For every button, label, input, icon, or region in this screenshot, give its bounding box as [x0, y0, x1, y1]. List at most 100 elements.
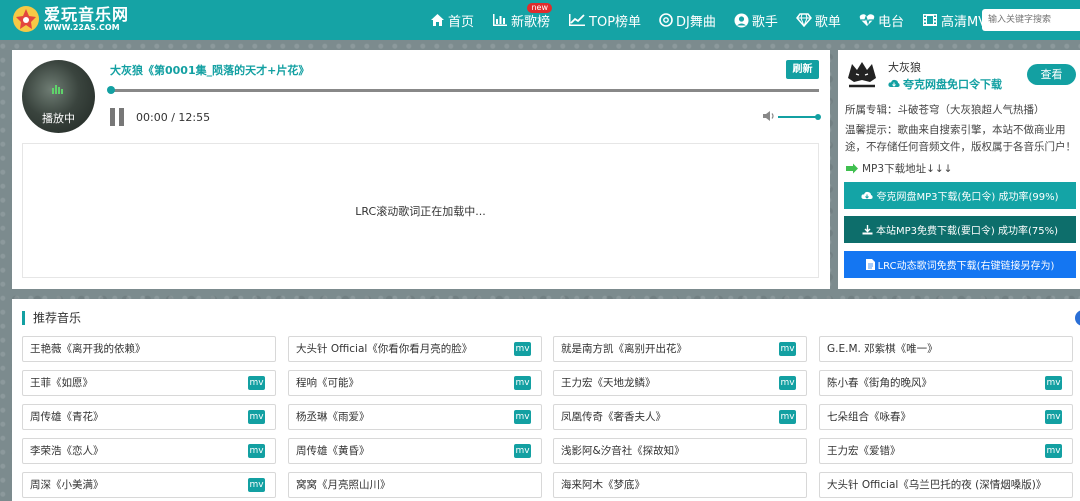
- nav-label: 首页: [448, 14, 475, 30]
- artist-name: 大灰狼: [888, 61, 921, 74]
- mv-badge[interactable]: mv: [514, 342, 531, 356]
- nav-home[interactable]: 首页: [430, 0, 474, 40]
- recommend-item-title: 七朵组合《咏春》: [827, 411, 911, 423]
- recommend-item-title: 程响《可能》: [296, 377, 359, 389]
- main-nav: 首页 新歌榜 new TOP榜单 DJ舞曲 歌手 歌单 电台 高清MV: [430, 0, 1005, 40]
- recommend-item-title: 王菲《如愿》: [30, 377, 93, 389]
- recommend-item[interactable]: 窝窝《月亮照山川》: [288, 472, 542, 498]
- mv-badge[interactable]: mv: [1045, 410, 1062, 424]
- equalizer-icon: [52, 85, 63, 94]
- nav-label: 歌手: [751, 14, 778, 30]
- local-mp3-download-button[interactable]: 本站MP3免费下载(要口令) 成功率(75%): [844, 216, 1076, 243]
- disc-icon: [659, 13, 673, 27]
- nav-top-charts[interactable]: TOP榜单: [568, 0, 641, 40]
- heartbeat-icon: [859, 14, 875, 26]
- quark-mp3-download-button[interactable]: 夸克网盘MP3下载(免口令) 成功率(99%): [844, 182, 1076, 209]
- view-button[interactable]: 查看: [1027, 64, 1076, 85]
- nav-radio[interactable]: 电台: [859, 0, 904, 40]
- song-info-panel: 大灰狼 夸克网盘免口令下载 查看 所属专辑：斗破苍穹（大灰狼超人气热播） 温馨提…: [838, 50, 1080, 289]
- mv-badge[interactable]: mv: [248, 376, 265, 390]
- recommend-section: 推荐音乐 王艳薇《离开我的依赖》 大头针 Official《你看你看月亮的脸》 mv…: [12, 299, 1080, 501]
- recommend-item[interactable]: 海来阿木《梦底》: [553, 472, 807, 498]
- user-icon: [734, 13, 749, 27]
- recommend-item[interactable]: 凤凰传奇《奢香夫人》 mv: [553, 404, 807, 430]
- nav-hd-mv[interactable]: 高清MV: [922, 0, 987, 40]
- mv-badge[interactable]: mv: [1045, 376, 1062, 390]
- logo-title: 爱玩音乐网: [44, 4, 130, 24]
- section-title: 推荐音乐: [22, 311, 81, 325]
- recommend-item-title: 窝窝《月亮照山川》: [296, 479, 391, 491]
- recommend-item[interactable]: 浅影阿&汐音社《探故知》: [553, 438, 807, 464]
- pause-button[interactable]: [110, 108, 126, 126]
- recommend-item[interactable]: 周传雄《黄昏》 mv: [288, 438, 542, 464]
- mv-badge[interactable]: mv: [779, 342, 796, 356]
- nav-new-songs[interactable]: 新歌榜 new: [492, 0, 553, 40]
- mv-badge[interactable]: mv: [1045, 444, 1062, 458]
- site-logo[interactable]: 爱玩音乐网 WWW.22AS.COM: [12, 5, 129, 33]
- mv-badge[interactable]: mv: [514, 444, 531, 458]
- wolf-logo-icon: [847, 62, 877, 89]
- mv-badge[interactable]: mv: [779, 410, 796, 424]
- recommend-item[interactable]: G.E.M. 邓紫棋《唯一》: [819, 336, 1073, 362]
- mp3-download-label: MP3下载地址↓↓↓: [845, 161, 952, 176]
- bar-chart-icon: [493, 14, 508, 26]
- lyrics-loading-text: LRC滚动歌词正在加载中...: [355, 204, 486, 218]
- recommend-item-title: 杨丞琳《雨爱》: [296, 411, 370, 423]
- nav-dj[interactable]: DJ舞曲: [659, 0, 716, 40]
- song-title: 大灰狼《第0001集_陨落的天才+片花》: [110, 64, 310, 77]
- recommend-item[interactable]: 大头针 Official《你看你看月亮的脸》 mv: [288, 336, 542, 362]
- recommend-item[interactable]: 李荣浩《恋人》 mv: [22, 438, 276, 464]
- progress-knob[interactable]: [107, 86, 115, 94]
- mv-badge[interactable]: mv: [514, 376, 531, 390]
- mv-badge[interactable]: mv: [248, 478, 265, 492]
- recommend-item-title: 周传雄《青花》: [30, 411, 104, 423]
- nav-singers[interactable]: 歌手: [734, 0, 778, 40]
- recommend-item-title: 王力宏《爱错》: [827, 445, 901, 457]
- recommend-item-title: 大头针 Official《乌兰巴托的夜 (深情烟嗓版)》: [827, 479, 1047, 491]
- recommend-item-title: 周传雄《黄昏》: [296, 445, 370, 457]
- playing-label: 播放中: [42, 112, 75, 125]
- volume-icon[interactable]: [762, 110, 775, 122]
- download-icon: [862, 224, 873, 234]
- nav-playlists[interactable]: 歌单: [795, 0, 841, 40]
- mv-badge[interactable]: mv: [248, 444, 265, 458]
- recommend-item[interactable]: 大头针 Official《乌兰巴托的夜 (深情烟嗓版)》: [819, 472, 1073, 498]
- recommend-item[interactable]: 就是南方凯《离别开出花》 mv: [553, 336, 807, 362]
- diamond-icon: [795, 13, 812, 27]
- recommend-item-title: 海来阿木《梦底》: [561, 479, 645, 491]
- lrc-download-button[interactable]: LRC动态歌词免费下载(右键链接另存为): [844, 251, 1076, 278]
- recommend-item[interactable]: 程响《可能》 mv: [288, 370, 542, 396]
- recommend-item[interactable]: 杨丞琳《雨爱》 mv: [288, 404, 542, 430]
- nav-label: 歌单: [814, 14, 841, 30]
- recommend-item[interactable]: 周传雄《青花》 mv: [22, 404, 276, 430]
- recommend-item[interactable]: 王力宏《爱错》 mv: [819, 438, 1073, 464]
- recommend-item-title: G.E.M. 邓紫棋《唯一》: [827, 343, 938, 355]
- quark-link-label: 夸克网盘免口令下载: [903, 78, 1002, 91]
- home-icon: [431, 14, 444, 26]
- new-badge: new: [527, 3, 553, 13]
- recommend-item[interactable]: 王艳薇《离开我的依赖》: [22, 336, 276, 362]
- recommend-item[interactable]: 陈小春《街角的晚风》 mv: [819, 370, 1073, 396]
- mv-badge[interactable]: mv: [514, 410, 531, 424]
- volume-slider[interactable]: [778, 114, 821, 120]
- progress-bar[interactable]: [107, 86, 819, 94]
- quark-download-link[interactable]: 夸克网盘免口令下载: [888, 76, 1002, 92]
- nav-label: 高清MV: [940, 14, 988, 30]
- file-icon: [865, 259, 875, 270]
- mv-badge[interactable]: mv: [248, 410, 265, 424]
- cloud-download-icon: [861, 191, 874, 199]
- volume-knob[interactable]: [815, 114, 821, 120]
- album-cover[interactable]: 播放中: [22, 60, 95, 133]
- search-input[interactable]: [982, 9, 1080, 31]
- recommend-item[interactable]: 王菲《如愿》 mv: [22, 370, 276, 396]
- nav-label: 新歌榜: [511, 14, 551, 30]
- cloud-download-icon: [888, 79, 900, 87]
- recommend-item-title: 浅影阿&汐音社《探故知》: [561, 445, 685, 457]
- recommend-item[interactable]: 七朵组合《咏春》 mv: [819, 404, 1073, 430]
- recommend-item-title: 陈小春《街角的晚风》: [827, 377, 932, 389]
- logo-url: WWW.22AS.COM: [44, 22, 120, 32]
- refresh-button[interactable]: 刷新: [786, 60, 819, 79]
- mv-badge[interactable]: mv: [779, 376, 796, 390]
- recommend-item[interactable]: 王力宏《天地龙鳞》 mv: [553, 370, 807, 396]
- recommend-item[interactable]: 周深《小美满》 mv: [22, 472, 276, 498]
